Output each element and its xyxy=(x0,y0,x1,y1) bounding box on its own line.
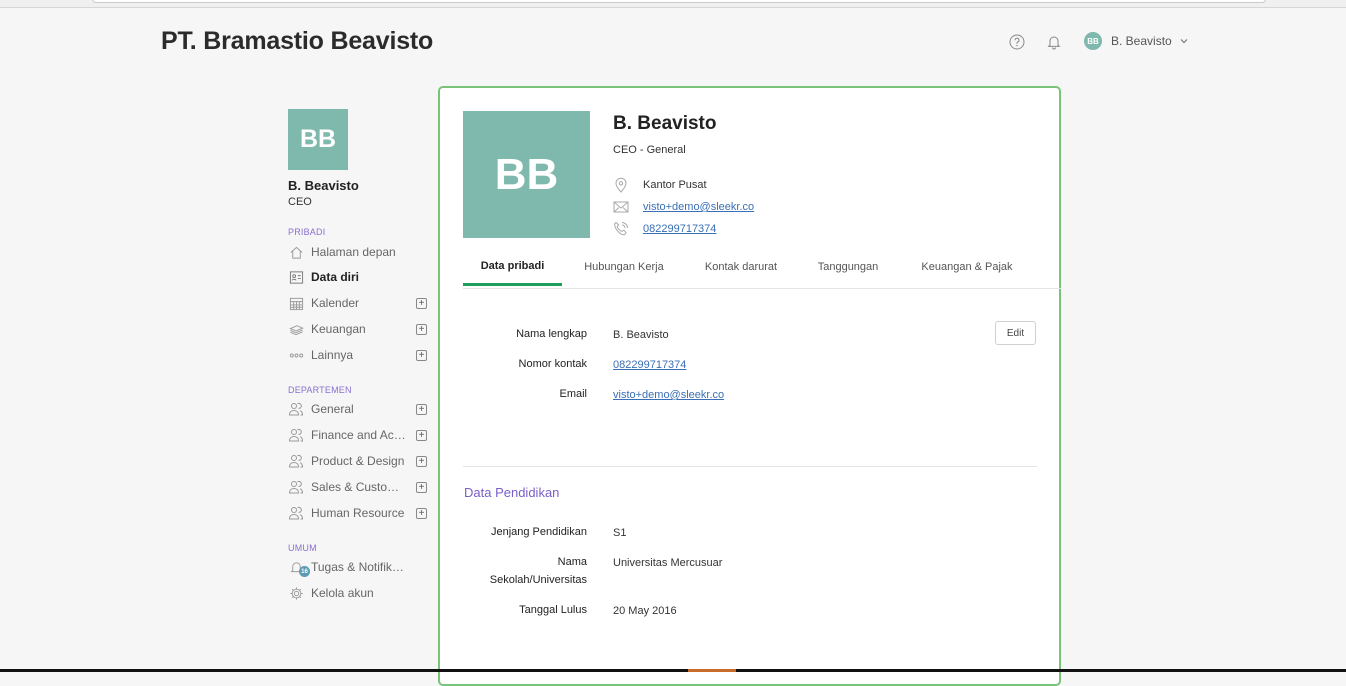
sidebar-item-label: Data diri xyxy=(311,270,360,284)
field-value-sekolah: Universitas Mercusuar xyxy=(613,557,723,569)
id-card-icon xyxy=(288,269,304,285)
section-label-departemen: DEPARTEMEN xyxy=(288,385,352,395)
more-icon xyxy=(288,347,304,363)
section-divider xyxy=(463,466,1037,467)
help-icon[interactable] xyxy=(1008,33,1026,51)
sidebar-item-sales[interactable]: Sales & Customer Service + xyxy=(288,477,430,497)
sidebar-item-finance[interactable]: Finance and Accounting + xyxy=(288,425,430,445)
chevron-down-icon xyxy=(1180,39,1188,44)
edit-button[interactable]: Edit xyxy=(995,321,1036,345)
sidebar-item-label: Halaman depan xyxy=(311,245,396,259)
sidebar-item-keuangan[interactable]: Keuangan + xyxy=(288,319,430,339)
field-value-nama-lengkap: B. Beavisto xyxy=(613,329,669,341)
money-icon xyxy=(288,321,304,337)
tab-keuangan-pajak[interactable]: Keuangan & Pajak xyxy=(912,248,1022,286)
sidebar-item-label: Keuangan xyxy=(311,322,366,336)
home-icon xyxy=(288,244,304,260)
people-icon xyxy=(288,453,304,469)
phone-icon xyxy=(613,221,629,237)
field-value-jenjang: S1 xyxy=(613,527,627,539)
user-name: B. Beavisto xyxy=(1111,34,1172,48)
sidebar-item-label: Product & Design xyxy=(311,454,405,468)
profile-name: B. Beavisto xyxy=(613,113,717,134)
sidebar-item-lainnya[interactable]: Lainnya + xyxy=(288,345,430,365)
profile-email: visto+demo@sleekr.co xyxy=(613,199,754,215)
people-icon xyxy=(288,427,304,443)
profile-location: Kantor Pusat xyxy=(613,177,707,193)
sidebar-item-tugas-notifikasi[interactable]: 16 Tugas & Notifikasi xyxy=(288,557,430,577)
envelope-icon xyxy=(613,199,629,215)
field-label-nomor-kontak: Nomor kontak xyxy=(518,358,587,370)
profile-role: CEO - General xyxy=(613,144,686,156)
sidebar-user-role: CEO xyxy=(288,196,312,208)
expand-plus-icon[interactable]: + xyxy=(416,349,427,361)
field-label-email: Email xyxy=(559,388,587,400)
field-label-sekolah: Nama Sekolah/Universitas xyxy=(489,556,587,586)
sidebar-item-data-diri[interactable]: Data diri xyxy=(288,267,430,287)
browser-url-bar[interactable] xyxy=(92,0,1266,3)
field-value-tanggal-lulus: 20 May 2016 xyxy=(613,605,677,617)
people-icon xyxy=(288,505,304,521)
sidebar-item-label: Tugas & Notifikasi xyxy=(311,560,407,574)
people-icon xyxy=(288,401,304,417)
expand-plus-icon[interactable]: + xyxy=(416,323,427,335)
tab-hubungan-kerja[interactable]: Hubungan Kerja xyxy=(574,248,674,286)
expand-plus-icon[interactable]: + xyxy=(416,507,427,519)
profile-tabs: Data pribadi Hubungan Kerja Kontak darur… xyxy=(463,248,1037,288)
expand-plus-icon[interactable]: + xyxy=(416,455,427,467)
education-section-title: Data Pendidikan xyxy=(464,485,560,500)
profile-phone: 082299717374 xyxy=(613,221,716,237)
notification-badge: 16 xyxy=(299,566,310,577)
calendar-icon xyxy=(288,295,304,311)
sidebar-avatar: BB xyxy=(288,109,348,170)
user-menu[interactable]: BB B. Beavisto xyxy=(1084,32,1189,50)
sidebar-item-kalender[interactable]: Kalender + xyxy=(288,293,430,313)
section-label-umum: UMUM xyxy=(288,543,317,553)
sidebar-item-label: Finance and Accounting xyxy=(311,428,407,442)
sidebar-item-kelola-akun[interactable]: Kelola akun xyxy=(288,583,430,603)
sidebar-item-label: Kalender xyxy=(311,296,360,310)
sidebar-item-label: Human Resource xyxy=(311,506,405,520)
tab-data-pribadi[interactable]: Data pribadi xyxy=(463,248,562,286)
sidebar-item-label: Sales & Customer Service xyxy=(311,480,407,494)
field-value-nomor-kontak[interactable]: 082299717374 xyxy=(613,356,686,374)
profile-card: BB B. Beavisto CEO - General Kantor Pusa… xyxy=(438,86,1061,686)
section-label-pribadi: PRIBADI xyxy=(288,227,326,237)
bell-icon[interactable] xyxy=(1045,33,1063,51)
field-label-jenjang: Jenjang Pendidikan xyxy=(490,526,587,538)
expand-plus-icon[interactable]: + xyxy=(416,429,427,441)
expand-plus-icon[interactable]: + xyxy=(416,403,427,415)
expand-plus-icon[interactable]: + xyxy=(416,481,427,493)
company-name: PT. Bramastio Beavisto xyxy=(161,27,434,55)
sidebar-item-product-design[interactable]: Product & Design + xyxy=(288,451,430,471)
sidebar-item-general[interactable]: General + xyxy=(288,399,430,419)
expand-plus-icon[interactable]: + xyxy=(416,297,427,309)
field-label-tanggal-lulus: Tanggal Lulus xyxy=(519,604,587,616)
browser-top-bar xyxy=(0,0,1346,8)
gear-icon xyxy=(288,585,304,601)
tab-tanggungan[interactable]: Tanggungan xyxy=(807,248,889,286)
sidebar-item-label: General xyxy=(311,402,354,416)
location-pin-icon xyxy=(613,177,629,193)
sidebar-item-label: Kelola akun xyxy=(311,586,374,600)
people-icon xyxy=(288,479,304,495)
location-text: Kantor Pusat xyxy=(643,179,707,191)
sidebar-item-halaman-depan[interactable]: Halaman depan xyxy=(288,242,430,262)
profile-avatar: BB xyxy=(463,111,590,238)
field-label-nama-lengkap: Nama lengkap xyxy=(516,328,587,340)
user-avatar: BB xyxy=(1084,32,1102,50)
sidebar-item-human-resource[interactable]: Human Resource + xyxy=(288,503,430,523)
sidebar-item-label: Lainnya xyxy=(311,348,354,362)
field-value-email[interactable]: visto+demo@sleekr.co xyxy=(613,386,724,404)
sidebar-user-name: B. Beavisto xyxy=(288,178,359,193)
email-link[interactable]: visto+demo@sleekr.co xyxy=(643,201,754,213)
tab-divider xyxy=(463,288,1061,289)
tab-kontak-darurat[interactable]: Kontak darurat xyxy=(695,248,787,286)
phone-link[interactable]: 082299717374 xyxy=(643,223,716,235)
